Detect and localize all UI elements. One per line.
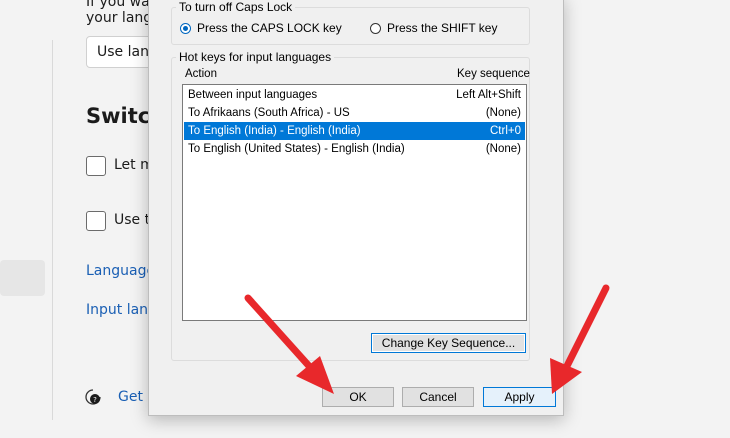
list-item[interactable]: Between input languages Left Alt+Shift: [184, 86, 525, 104]
ok-button[interactable]: OK: [322, 387, 394, 407]
row-action: To Afrikaans (South Africa) - US: [188, 107, 350, 119]
row-action: To English (United States) - English (In…: [188, 143, 405, 155]
divider: [52, 40, 53, 420]
column-header-key-sequence[interactable]: Key sequence: [457, 68, 530, 80]
hotkeys-list[interactable]: Between input languages Left Alt+Shift T…: [182, 84, 527, 321]
advanced-key-settings-dialog: To turn off Caps Lock Press the CAPS LOC…: [148, 0, 564, 416]
row-key: (None): [485, 107, 521, 119]
list-item[interactable]: To English (United States) - English (In…: [184, 140, 525, 158]
radio-caps-lock-label: Press the CAPS LOCK key: [197, 21, 342, 35]
column-header-action[interactable]: Action: [185, 68, 217, 80]
row-key: Left Alt+Shift: [456, 89, 521, 101]
help-icon: ?: [85, 389, 101, 405]
nav-selected-highlight: [0, 260, 45, 296]
svg-text:?: ?: [93, 396, 97, 404]
row-key: Ctrl+0: [490, 125, 521, 137]
input-language-link[interactable]: Input lang: [86, 302, 157, 318]
row-action: Between input languages: [188, 89, 318, 101]
cancel-button[interactable]: Cancel: [402, 387, 474, 407]
list-item[interactable]: To Afrikaans (South Africa) - US (None): [184, 104, 525, 122]
change-key-sequence-button[interactable]: Change Key Sequence...: [371, 333, 526, 353]
row-key: (None): [485, 143, 521, 155]
radio-shift[interactable]: Press the SHIFT key: [370, 21, 497, 35]
radio-shift-label: Press the SHIFT key: [387, 21, 498, 35]
radio-selected-icon: [180, 22, 191, 34]
radio-unselected-icon: [370, 22, 381, 34]
row-action: To English (India) - English (India): [188, 125, 361, 137]
hotkeys-group-title: Hot keys for input languages: [176, 50, 335, 64]
apply-button[interactable]: Apply: [483, 387, 556, 407]
checkbox-use[interactable]: [86, 211, 106, 231]
radio-caps-lock[interactable]: Press the CAPS LOCK key: [180, 21, 342, 35]
caps-lock-group-title: To turn off Caps Lock: [176, 0, 296, 14]
checkbox-let[interactable]: [86, 156, 106, 176]
list-item-selected[interactable]: To English (India) - English (India) Ctr…: [184, 122, 525, 140]
language-link[interactable]: Language: [86, 263, 155, 279]
